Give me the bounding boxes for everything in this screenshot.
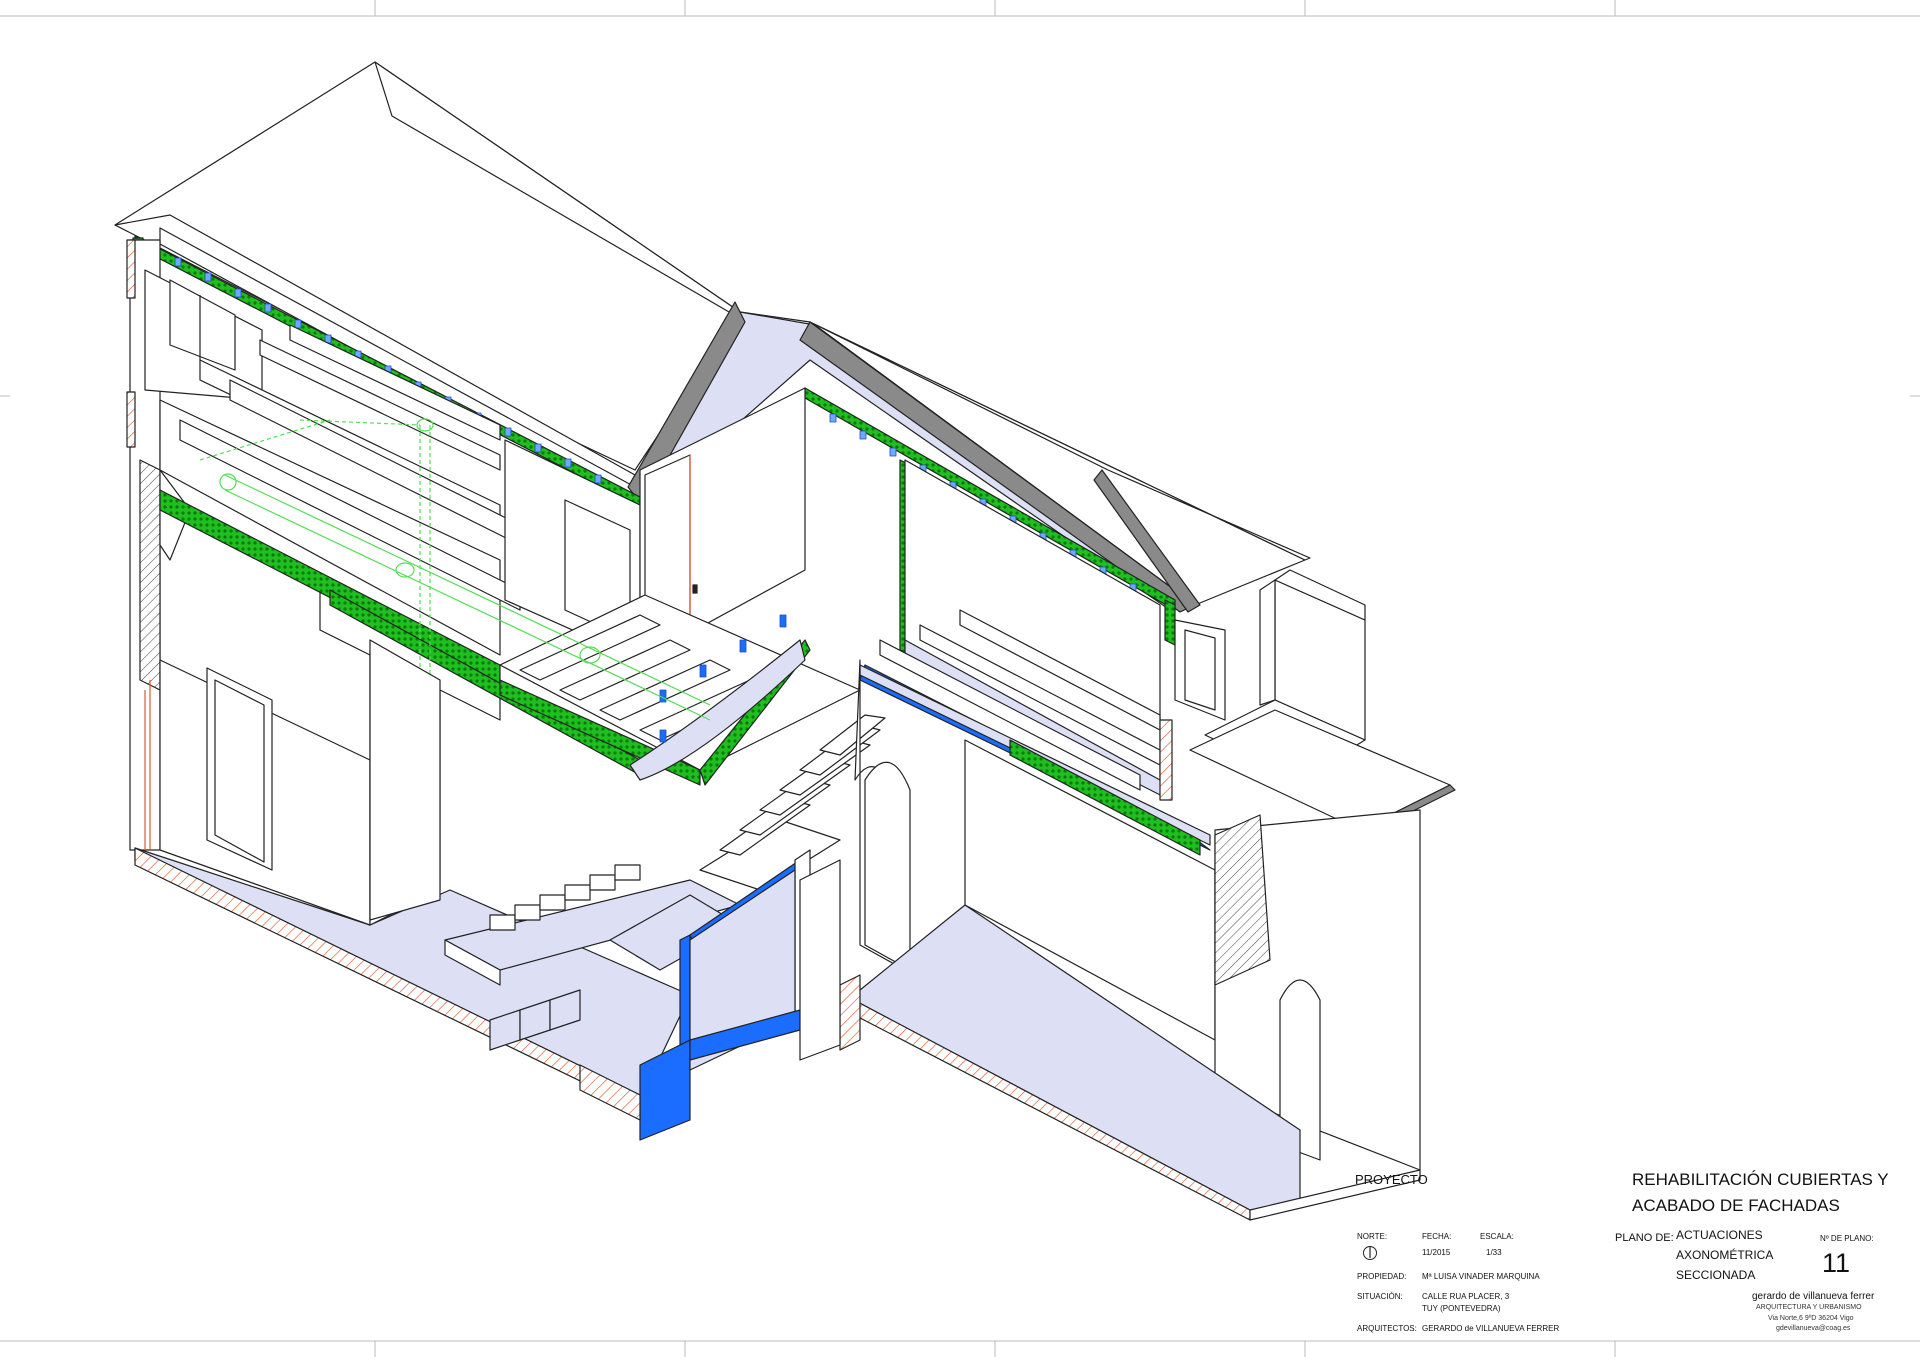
axonometric-section-drawing bbox=[0, 0, 1920, 1357]
project-title-line-1: REHABILITACIÓN CUBIERTAS Y bbox=[1632, 1170, 1889, 1189]
drawing-sheet: PROYECTO REHABILITACIÓN CUBIERTAS Y ACAB… bbox=[0, 0, 1920, 1357]
situacion-label: SITUACIÓN: bbox=[1357, 1292, 1403, 1301]
arquitectos-value: GERARDO de VILLANUEVA FERRER bbox=[1422, 1324, 1560, 1333]
situacion-line-2: TUY (PONTEVEDRA) bbox=[1422, 1304, 1501, 1313]
escala-label: ESCALA: bbox=[1480, 1232, 1514, 1241]
firm-name: gerardo de villanueva ferrer bbox=[1752, 1291, 1875, 1302]
fecha-value: 11/2015 bbox=[1422, 1248, 1451, 1257]
fecha-label: FECHA: bbox=[1422, 1232, 1452, 1241]
right-chimney bbox=[1189, 569, 1456, 836]
num-plano-label: Nº DE PLANO: bbox=[1820, 1234, 1874, 1243]
plano-de-label: PLANO DE: bbox=[1615, 1232, 1674, 1244]
mid-floor bbox=[499, 594, 861, 786]
proyecto-label: PROYECTO bbox=[1355, 1172, 1428, 1187]
plano-line-3: SECCIONADA bbox=[1676, 1268, 1756, 1282]
firm-subtitle: ARQUITECTURA Y URBANISMO bbox=[1756, 1304, 1862, 1311]
firm-address: Via Norte,6 9ºD 36204 Vigo bbox=[1768, 1315, 1854, 1322]
arquitectos-label: ARQUITECTOS: bbox=[1357, 1324, 1417, 1333]
plano-line-2: AXONOMÉTRICA bbox=[1676, 1248, 1774, 1262]
propiedad-value: Mª LUISA VINADER MARQUINA bbox=[1422, 1272, 1540, 1281]
plano-line-1: ACTUACIONES bbox=[1676, 1228, 1763, 1242]
project-title-line-2: ACABADO DE FACHADAS bbox=[1632, 1196, 1840, 1215]
north-arrow-icon bbox=[1363, 1246, 1377, 1260]
situacion-line-1: CALLE RUA PLACER, 3 bbox=[1422, 1292, 1510, 1301]
propiedad-label: PROPIEDAD: bbox=[1357, 1272, 1407, 1281]
escala-value: 1/33 bbox=[1486, 1248, 1502, 1257]
num-plano-value: 11 bbox=[1822, 1248, 1851, 1278]
firm-email: gdevillanueva@coag.es bbox=[1776, 1325, 1851, 1332]
left-ground-doorway bbox=[369, 639, 441, 921]
norte-label: NORTE: bbox=[1357, 1232, 1388, 1241]
